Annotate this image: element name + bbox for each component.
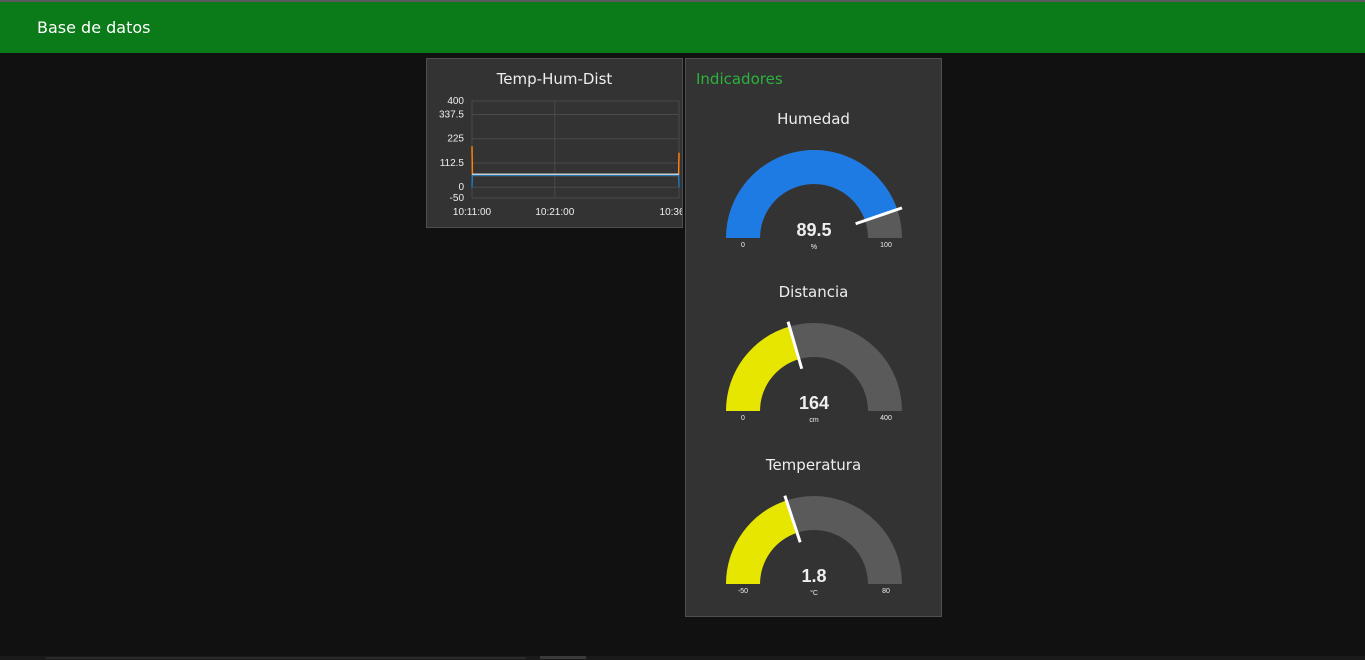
indicators-group: Indicadores Humedad 89.5% 0 100 Distancia … [685,58,942,617]
line-chart: 400 337.5 225 112.5 0-50 10:11:00 10:21:00 10:3… [439,96,682,218]
gauge-fill [726,500,798,584]
top-header: Base de datos [0,0,1365,53]
gauge-humedad: 89.5% 0 100 [726,149,903,251]
gauge-title-temperatura: Temperatura [765,456,862,474]
gauge-temperatura: 1.8 °C -50 80 [726,495,902,597]
y-tick-label: 225 [447,134,464,145]
chart-card: Temp-Hum-Dist 400 337.5 225 112.5 0 -50 10:11:… [426,58,683,228]
gauge-fill [726,326,799,411]
gauge-min-label: 0 [741,242,745,249]
gauge-value: 164 [799,393,829,413]
gauge-max-label: 100 [880,242,892,249]
page-title: Base de datos [37,18,151,37]
y-tick-label: 400 [447,96,464,107]
gauge-title-humedad: Humedad [777,110,850,128]
scrollbar-track[interactable] [46,657,526,659]
gauge-unit: °C [810,589,818,597]
series-line-1 [471,174,680,188]
x-tick-label: 10:21:00 [535,207,574,218]
gauge-title-distancia: Distancia [778,283,849,301]
gauge-unit: cm [809,417,819,424]
bottom-scrollbar[interactable] [0,656,1365,660]
series-line-0 [471,146,680,177]
gauge-max-label: 80 [882,588,890,595]
gauge-value: 1.8 [801,566,826,586]
gauge-distancia: 164 cm 0 400 [726,321,902,424]
y-tick-label: 337.5 [439,109,464,120]
y-tick-label: -50 [450,193,465,204]
gauge-min-label: 0 [741,415,745,422]
scrollbar-thumb[interactable] [540,656,586,659]
y-tick-label: 0 [458,182,464,193]
gauge-unit: % [811,244,817,251]
group-title: Indicadores [696,70,783,88]
x-tick-label: 10:11:00 [453,207,492,218]
x-tick-label: 10:36:00 [660,207,682,218]
gauge-min-label: -50 [738,588,748,595]
gauge-max-label: 400 [880,415,892,422]
gauge-value: 89.5 [796,220,831,240]
y-tick-label: 112.5 [440,158,465,169]
